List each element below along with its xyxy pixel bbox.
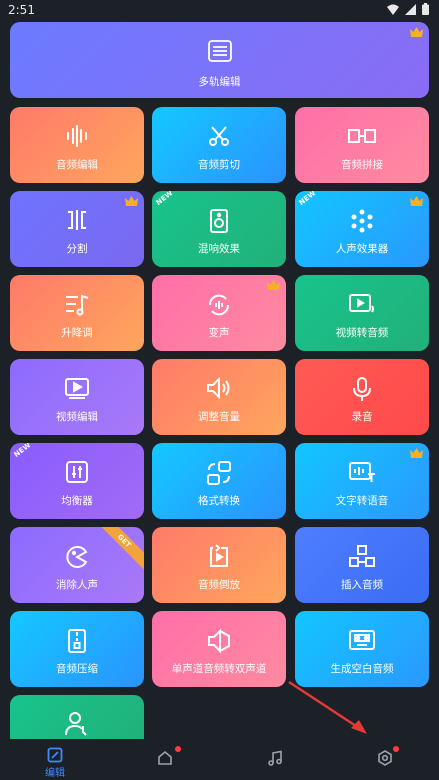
user-voice-icon [65,712,87,736]
signal-icon [405,3,416,15]
tab-music[interactable] [220,739,330,780]
tile-mono-to-stereo[interactable]: 单声道音频转双声道 [152,611,286,687]
join-icon [348,129,376,143]
pointer-arrow [288,680,367,734]
tile-video-edit[interactable]: 视频编辑 [10,359,144,435]
crown-icon [410,196,423,206]
tile-video-to-audio[interactable]: 视频转音频 [295,275,429,351]
tile-label: 混响效果 [198,243,240,255]
tile-label: 音频压缩 [56,663,98,675]
tab-edit-label: 编辑 [45,768,65,779]
tile-label: 音频编辑 [56,159,98,171]
equalizer-icon [66,461,88,483]
wifi-icon [387,4,399,15]
tile-compress[interactable]: 音频压缩 [10,611,144,687]
tile-label: 音频倒放 [198,579,240,591]
microphone-icon [353,377,371,401]
tab-home[interactable] [110,739,220,780]
pitch-icon [66,294,89,316]
tile-blank-audio[interactable]: 生成空白音频 [295,611,429,687]
gear-icon [378,750,392,766]
tile-voice-change[interactable]: 变声 [152,275,286,351]
mono-stereo-icon [208,628,230,654]
new-badge: NEW [297,191,318,207]
tile-vocal-effect[interactable]: NEW 人声效果器 [295,191,429,267]
dots-cluster-icon [351,209,373,233]
new-badge: NEW [154,191,175,207]
tile-label: 变声 [208,327,230,339]
tile-equalizer[interactable]: NEW 均衡器 [10,443,144,519]
split-icon [68,210,86,230]
voice-change-icon [208,294,230,316]
tile-audio-edit[interactable]: 音频编辑 [10,107,144,183]
tile-label: 升降调 [61,327,93,339]
volume-icon [207,376,230,400]
tile-label: 多轨编辑 [198,76,241,88]
get-ribbon: GET [91,527,144,574]
battery-icon [422,3,429,15]
tile-format-convert[interactable]: 格式转换 [152,443,286,519]
tile-audio-cut[interactable]: 音频剪切 [152,107,286,183]
tile-label: 消除人声 [56,579,98,591]
tab-settings[interactable] [330,739,439,780]
speaker-icon [210,209,228,233]
new-badge: NEW [12,443,33,459]
tile-label: 生成空白音频 [330,663,394,675]
waveform-icon [67,125,87,147]
crown-icon [410,27,423,37]
tile-label: 分割 [66,243,88,255]
notification-dot [175,746,181,752]
tile-reverse[interactable]: 音频倒放 [152,527,286,603]
status-bar: 2:51 [0,0,439,20]
notification-dot [393,746,399,752]
tile-tts[interactable]: 文字转语音 [295,443,429,519]
tile-label: 格式转换 [198,495,240,507]
tile-label: 调整音量 [198,411,240,423]
music-icon [268,750,282,766]
tile-label: 视频转音频 [335,327,389,339]
tile-label: 均衡器 [61,495,93,507]
tile-pitch[interactable]: 升降调 [10,275,144,351]
crown-icon [125,196,138,206]
tile-label: 录音 [351,411,373,423]
convert-icon [207,461,231,485]
scissors-icon [209,126,229,146]
bottom-nav: 编辑 [0,739,439,780]
tile-volume[interactable]: 调整音量 [152,359,286,435]
video-to-audio-icon [349,294,374,313]
tile-label: 音频剪切 [198,159,240,171]
multitrack-icon [207,40,232,62]
crown-icon [410,448,423,458]
tile-insert-audio[interactable]: 插入音频 [295,527,429,603]
reverse-play-icon [210,544,228,567]
tile-multitrack-edit[interactable]: 多轨编辑 [10,22,429,98]
insert-blocks-icon [349,545,375,567]
home-icon [158,750,172,765]
tile-label: 人声效果器 [335,243,389,255]
status-time: 2:51 [8,3,35,17]
tile-label: 插入音频 [341,579,383,591]
tab-edit[interactable]: 编辑 [0,739,110,780]
tile-remove-vocal[interactable]: GET 消除人声 [10,527,144,603]
tile-partial-voice[interactable] [10,695,144,739]
cassette-icon [349,630,375,650]
crown-icon [267,280,280,290]
tile-split[interactable]: 分割 [10,191,144,267]
tile-label: 文字转语音 [335,495,389,507]
tile-reverb[interactable]: NEW 混响效果 [152,191,286,267]
tile-label: 音频拼接 [341,159,383,171]
remove-vocal-icon [66,546,88,568]
edit-icon [47,747,63,763]
tile-label: 视频编辑 [56,411,98,423]
tile-audio-join[interactable]: 音频拼接 [295,107,429,183]
tile-label: 单声道音频转双声道 [171,663,267,675]
zip-icon [68,629,86,653]
tile-record[interactable]: 录音 [295,359,429,435]
text-to-speech-icon [349,462,375,482]
video-play-icon [65,378,89,399]
